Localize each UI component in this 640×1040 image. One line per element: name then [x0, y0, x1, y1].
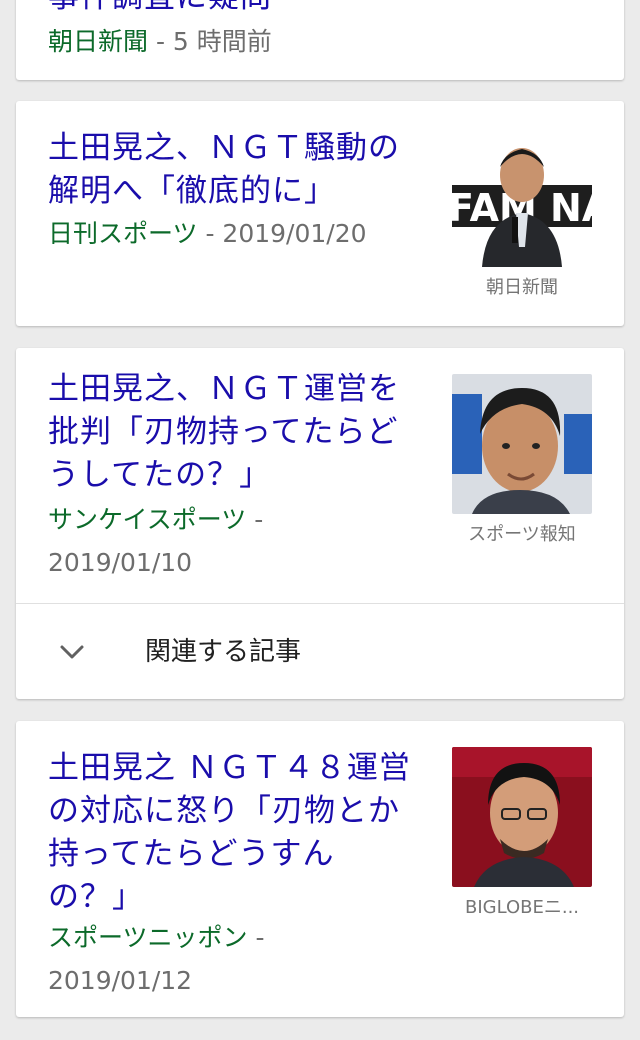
news-title-line: の？」	[48, 879, 144, 915]
news-card-0[interactable]: 事件調査に疑問 朝日新聞 - 5 時間前	[16, 0, 624, 80]
news-thumbnail[interactable]	[452, 374, 592, 514]
news-title[interactable]: 土田晃之、ＮＧＴ運営を 批判「刃物持ってたらど うしてたの？」	[48, 368, 400, 497]
thumbnail-caption: 朝日新聞	[486, 277, 558, 298]
news-title-line: 解明へ「徹底的に」	[48, 173, 336, 209]
meta-separator: -	[247, 923, 265, 952]
news-title[interactable]: 土田晃之、ＮＧＴ騒動の 解明へ「徹底的に」	[48, 127, 400, 213]
person-photo-icon	[452, 747, 592, 887]
news-meta: サンケイスポーツ - 2019/01/10	[48, 498, 428, 584]
news-title[interactable]: 事件調査に疑問	[48, 0, 272, 19]
news-card-2[interactable]: 土田晃之、ＮＧＴ運営を 批判「刃物持ってたらど うしてたの？」 サンケイスポーツ…	[16, 348, 624, 699]
news-thumbnail[interactable]	[452, 747, 592, 887]
news-title-line: 持ってたらどうすん	[48, 836, 335, 872]
chevron-down-icon	[60, 645, 84, 659]
news-source: サンケイスポーツ	[48, 505, 247, 534]
news-meta: 日刊スポーツ - 2019/01/20	[48, 212, 428, 255]
news-date: 2019/01/12	[48, 966, 193, 995]
news-title-line: の対応に怒り「刃物とか	[48, 793, 400, 829]
thumbnail-caption: スポーツ報知	[468, 524, 576, 545]
news-thumbnail[interactable]: FAM NADA	[452, 127, 592, 267]
thumbnail-caption: BIGLOBEニ...	[464, 897, 580, 918]
news-time: - 5 時間前	[148, 27, 272, 56]
related-articles-label: 関連する記事	[145, 637, 302, 667]
person-photo-icon	[452, 374, 592, 514]
news-source: スポーツニッポン	[48, 923, 248, 952]
news-meta: スポーツニッポン - 2019/01/12	[48, 916, 428, 1002]
news-title-line: 土田晃之、ＮＧＴ騒動の	[48, 130, 400, 166]
news-card-1[interactable]: 土田晃之、ＮＧＴ騒動の 解明へ「徹底的に」 日刊スポーツ - 2019/01/2…	[16, 101, 624, 326]
meta-separator: -	[246, 505, 264, 534]
news-date: - 2019/01/20	[197, 219, 367, 248]
related-articles-button[interactable]: 関連する記事	[16, 604, 624, 699]
news-title-line: 批判「刃物持ってたらど	[48, 414, 399, 450]
news-source: 朝日新聞	[48, 27, 149, 56]
news-card-3[interactable]: 土田晃之 ＮＧＴ４８運営 の対応に怒り「刃物とか 持ってたらどうすん の？」 ス…	[16, 721, 624, 1017]
news-title-line: 土田晃之 ＮＧＴ４８運営	[48, 750, 411, 786]
news-meta: 朝日新聞 - 5 時間前	[48, 20, 428, 63]
news-date: 2019/01/10	[48, 548, 193, 577]
person-photo-icon: FAM NADA	[452, 127, 592, 267]
news-title[interactable]: 土田晃之 ＮＧＴ４８運営 の対応に怒り「刃物とか 持ってたらどうすん の？」	[48, 747, 411, 919]
news-title-line: うしてたの？」	[48, 457, 272, 493]
news-title-line: 土田晃之、ＮＧＴ運営を	[48, 371, 400, 407]
news-source: 日刊スポーツ	[48, 219, 198, 248]
